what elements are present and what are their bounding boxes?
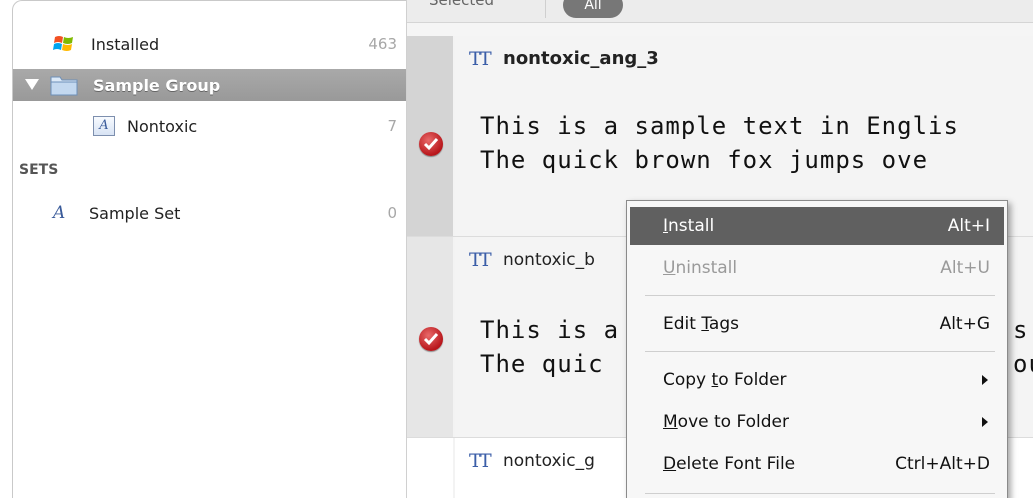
submenu-arrow-icon (982, 417, 988, 427)
sample-text-tail: ou (1013, 350, 1033, 378)
nontoxic-count: 7 (387, 117, 397, 135)
menu-item-install[interactable]: Install Alt+I (630, 207, 1004, 245)
menu-shortcut: Alt+U (940, 258, 990, 278)
sidebar-item-sample-set[interactable]: A Sample Set 0 (13, 198, 407, 228)
sidebar-item-label: Nontoxic (127, 116, 198, 136)
sample-set-count: 0 (387, 204, 397, 222)
sample-text-line: This is a (480, 316, 620, 344)
menu-item-edit-tags[interactable]: Edit Tags Alt+G (630, 305, 1004, 343)
menu-separator (645, 493, 995, 494)
submenu-arrow-icon (982, 375, 988, 385)
menu-label-rest: ags (708, 314, 739, 334)
sidebar-item-nontoxic[interactable]: A Nontoxic 7 (13, 111, 407, 141)
sidebar-item-installed[interactable]: Installed 463 (13, 29, 407, 59)
filter-all[interactable]: All (563, 0, 623, 18)
sample-text-tail: s (1013, 316, 1029, 344)
sidebar-item-sample-group[interactable]: Sample Group (13, 69, 407, 101)
installed-count: 463 (368, 35, 397, 53)
menu-label-pre: Copy (663, 370, 712, 390)
app-window: Installed 463 Sample Group A Nontoxic 7 … (0, 0, 1033, 498)
mnemonic: U (663, 258, 676, 278)
menu-label-rest: ninstall (675, 258, 738, 278)
font-name: nontoxic_ang_3 (503, 48, 659, 69)
menu-label-rest: nstall (668, 216, 715, 236)
menu-item-move-to-folder[interactable]: Move to Folder (630, 403, 1004, 441)
sidebar-item-label: Sample Set (89, 203, 181, 223)
sample-text-line: This is a sample text in Englis (480, 112, 959, 140)
installed-check-icon[interactable] (419, 132, 443, 156)
mnemonic: M (663, 412, 678, 432)
sidebar-item-label: Installed (91, 34, 160, 54)
filter-separator (545, 0, 546, 18)
menu-item-copy-to-folder[interactable]: Copy to Folder (630, 361, 1004, 399)
filter-bar: Selected All (407, 0, 1033, 23)
menu-item-delete-font-file[interactable]: Delete Font File Ctrl+Alt+D (630, 445, 1004, 483)
menu-label-rest: elete Font File (676, 454, 796, 474)
context-menu: Install Alt+I Uninstall Alt+U Edit Tags … (626, 200, 1008, 498)
menu-label-rest: o Folder (718, 370, 787, 390)
menu-item-label: Delete Font File (663, 454, 795, 474)
menu-item-label: Install (663, 216, 714, 236)
truetype-icon: TT (469, 249, 492, 271)
windows-logo-icon (53, 36, 73, 51)
font-set-icon: A (53, 203, 66, 223)
menu-item-label: Copy to Folder (663, 370, 787, 390)
menu-item-label: Edit Tags (663, 314, 739, 334)
truetype-icon: TT (469, 450, 492, 472)
sample-text-line: The quic (480, 350, 604, 378)
menu-shortcut: Alt+G (939, 314, 990, 334)
mnemonic: D (663, 454, 677, 474)
menu-label-rest: ove to Folder (677, 412, 790, 432)
menu-item-label: Uninstall (663, 258, 737, 278)
truetype-icon: TT (469, 48, 492, 70)
filter-selected[interactable]: Selected (429, 0, 494, 9)
sets-header: SETS (19, 162, 59, 178)
sidebar: Installed 463 Sample Group A Nontoxic 7 … (12, 0, 407, 498)
font-icon: A (93, 116, 115, 136)
menu-separator (645, 351, 995, 352)
menu-label-pre: Edit (663, 314, 702, 334)
font-name: nontoxic_g (503, 451, 595, 471)
sidebar-item-label: Sample Group (93, 75, 221, 95)
menu-separator (645, 295, 995, 296)
menu-item-uninstall[interactable]: Uninstall Alt+U (630, 249, 1004, 287)
sample-text-line: The quick brown fox jumps ove (480, 146, 929, 174)
card-gutter (407, 36, 453, 236)
menu-shortcut: Alt+I (947, 216, 990, 236)
mnemonic: T (701, 314, 709, 334)
menu-shortcut: Ctrl+Alt+D (895, 454, 990, 474)
card-gutter (407, 438, 453, 498)
card-gutter (407, 237, 453, 437)
expand-triangle-icon[interactable] (25, 79, 39, 90)
folder-icon (50, 76, 78, 96)
font-name: nontoxic_b (503, 250, 595, 270)
installed-check-icon[interactable] (419, 327, 443, 351)
menu-item-label: Move to Folder (663, 412, 789, 432)
